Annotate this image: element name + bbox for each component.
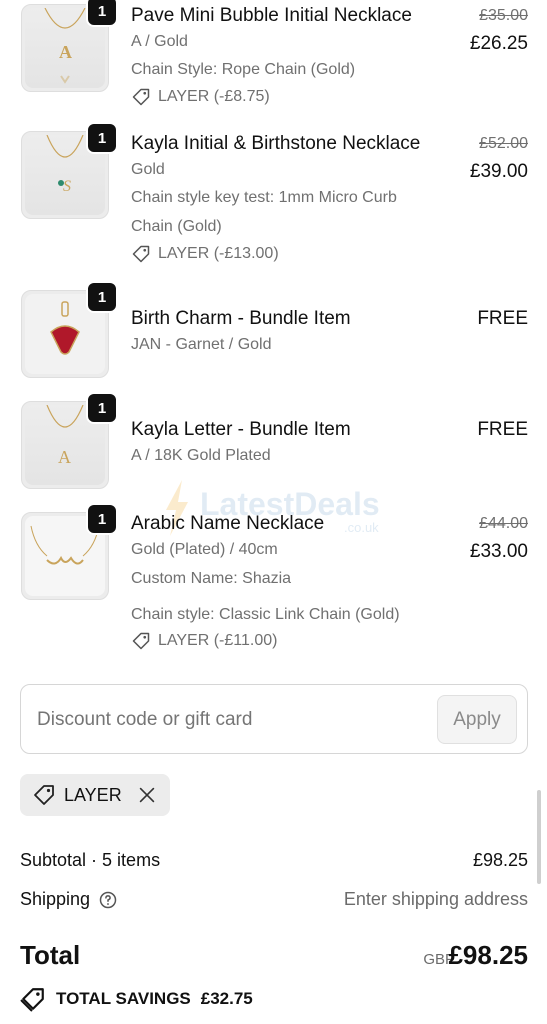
original-price: £44.00	[479, 515, 528, 532]
discount-code-input[interactable]	[37, 709, 417, 731]
quantity-badge: 1	[86, 392, 118, 424]
shipping-value: Enter shipping address	[343, 889, 528, 909]
applied-discount-chip: LAYER	[20, 774, 170, 816]
product-thumbnail: 1	[21, 503, 118, 600]
product-variant: A / Gold	[131, 33, 188, 50]
tag-icon	[132, 632, 150, 650]
quantity-badge: 1	[86, 0, 118, 27]
product-detail: Chain Style: Rope Chain (Gold)	[131, 61, 356, 78]
product-name: Kayla Letter - Bundle Item	[131, 419, 351, 440]
discount-code-field: Apply	[20, 684, 528, 754]
product-variant: Gold (Plated) / 40cm	[131, 541, 278, 558]
tag-icon	[132, 245, 150, 263]
product-thumbnail: S 1	[21, 122, 118, 219]
shipping-label: Shipping	[20, 889, 91, 909]
product-name: Birth Charm - Bundle Item	[131, 308, 351, 329]
product-thumbnail: 1	[21, 281, 118, 378]
final-price: £33.00	[469, 541, 528, 562]
product-variant: Gold	[131, 161, 165, 178]
product-name: Arabic Name Necklace	[131, 513, 325, 534]
product-detail: Custom Name: Shazia	[131, 570, 292, 587]
svg-text:A: A	[59, 42, 72, 62]
product-detail: Chain (Gold)	[131, 218, 222, 235]
discount-allocation: LAYER (-£11.00)	[131, 631, 277, 651]
svg-text:A: A	[58, 447, 71, 467]
quantity-badge: 1	[86, 503, 118, 535]
scrollbar[interactable]	[537, 790, 541, 884]
final-price: £26.25	[469, 33, 528, 54]
savings-tag-icon	[20, 988, 44, 1012]
product-variant: JAN - Garnet / Gold	[131, 336, 272, 353]
svg-text:S: S	[63, 178, 71, 195]
quantity-badge: 1	[86, 122, 118, 154]
final-price: FREE	[477, 419, 528, 440]
product-thumbnail: A 1	[21, 392, 118, 489]
applied-code-label: LAYER	[64, 784, 122, 805]
total-savings: TOTAL SAVINGS £32.75	[20, 986, 253, 1012]
total-value: £98.25	[448, 940, 528, 970]
subtotal-label: Subtotal · 5 items	[20, 850, 161, 870]
close-icon[interactable]	[136, 784, 158, 806]
subtotal-value: £98.25	[472, 850, 528, 870]
product-detail: Chain style key test: 1mm Micro Curb	[131, 189, 397, 206]
quantity-badge: 1	[86, 281, 118, 313]
product-variant: A / 18K Gold Plated	[131, 447, 271, 464]
product-detail: Chain style: Classic Link Chain (Gold)	[131, 606, 400, 623]
savings-value: £32.75	[200, 989, 253, 1008]
apply-button[interactable]: Apply	[437, 695, 517, 744]
discount-label: LAYER (-£8.75)	[158, 88, 270, 105]
product-thumbnail: A 1	[21, 0, 118, 92]
discount-label: LAYER (-£11.00)	[158, 632, 278, 649]
product-name: Kayla Initial & Birthstone Necklace	[131, 133, 421, 154]
savings-label: TOTAL SAVINGS	[56, 989, 191, 1008]
original-price: £52.00	[479, 135, 528, 152]
shipping-row: Shipping	[20, 889, 118, 910]
total-label: Total	[20, 940, 81, 970]
final-price: £39.00	[469, 161, 528, 182]
final-price: FREE	[477, 308, 528, 329]
tag-icon	[34, 785, 54, 805]
discount-label: LAYER (-£13.00)	[158, 245, 279, 262]
help-circle-icon[interactable]	[98, 890, 118, 910]
product-name: Pave Mini Bubble Initial Necklace	[131, 5, 412, 26]
tag-icon	[132, 88, 150, 106]
original-price: £35.00	[479, 7, 528, 24]
discount-allocation: LAYER (-£13.00)	[131, 244, 279, 264]
discount-allocation: LAYER (-£8.75)	[131, 87, 270, 107]
